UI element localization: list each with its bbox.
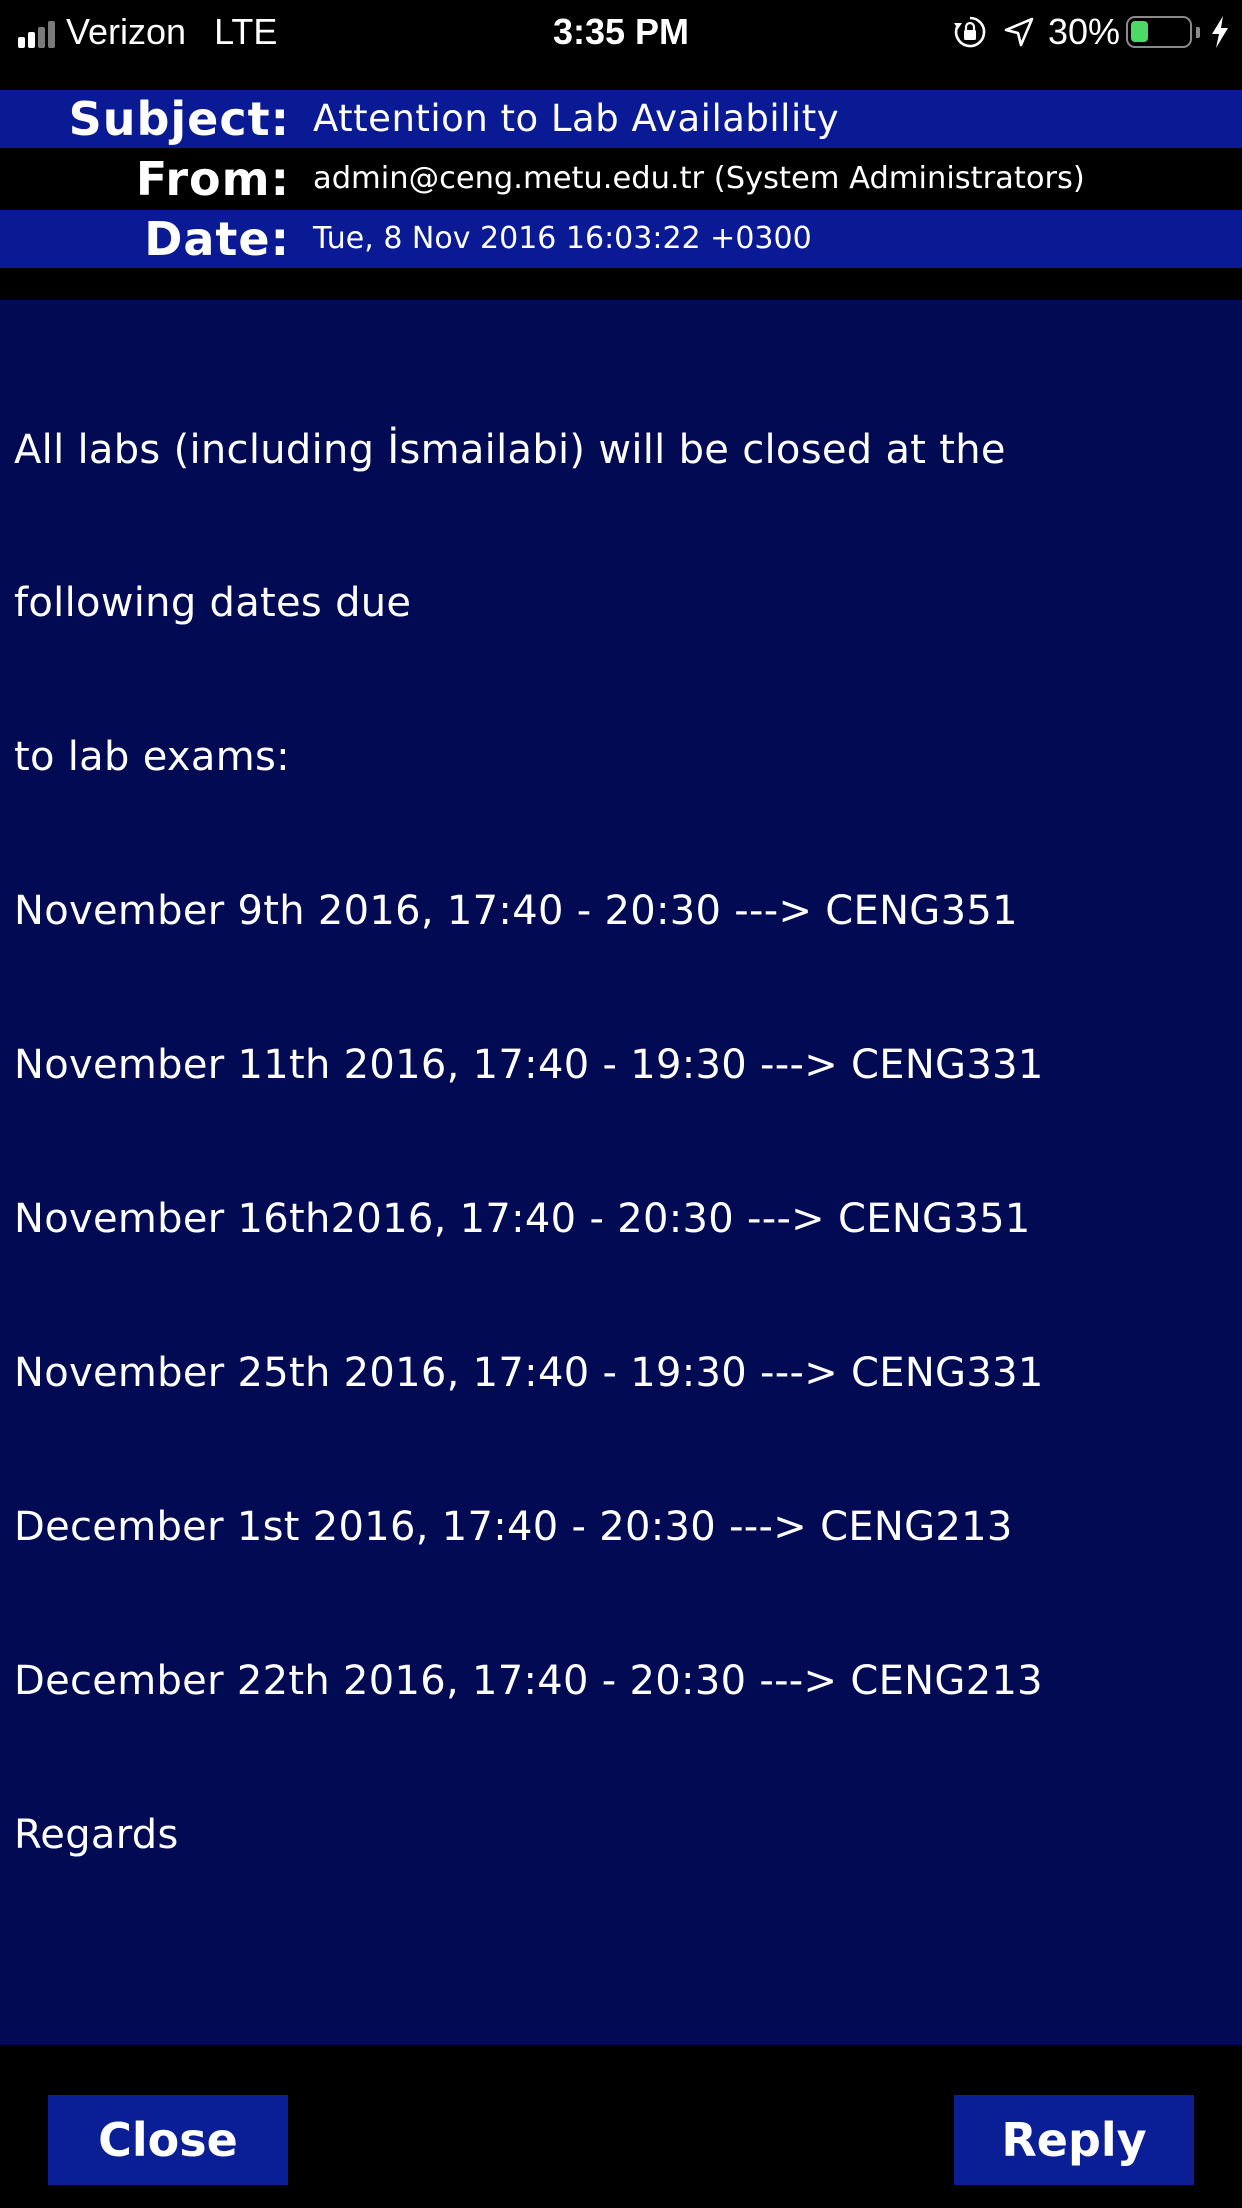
- battery-percent: 30%: [1047, 11, 1120, 52]
- body-line: November 16th2016, 17:40 - 20:30 ---> CE…: [14, 1196, 1031, 1243]
- charging-bolt-icon: [1210, 15, 1230, 49]
- from-row: From: admin@ceng.metu.edu.tr (System Adm…: [0, 150, 1242, 208]
- body-line: November 11th 2016, 17:40 - 19:30 ---> C…: [14, 1042, 1044, 1089]
- footer-bar: Close Reply: [0, 2045, 1242, 2208]
- body-line: December 22th 2016, 17:40 - 20:30 ---> C…: [14, 1657, 1043, 1704]
- date-row: Date: Tue, 8 Nov 2016 16:03:22 +0300: [0, 210, 1242, 268]
- body-line: to lab exams:: [14, 734, 290, 781]
- message-body[interactable]: All labs (including İsmailabi) will be c…: [0, 300, 1242, 2045]
- body-line: Regards: [14, 1811, 179, 1858]
- battery-fill: [1131, 21, 1148, 42]
- email-viewer-screen: Verizon LTE 3:35 PM 30% Subject: Attenti…: [0, 0, 1242, 2208]
- location-arrow-icon: [1002, 15, 1036, 49]
- orientation-lock-icon: [952, 14, 988, 50]
- date-value: Tue, 8 Nov 2016 16:03:22 +0300: [313, 221, 812, 256]
- subject-label: Subject:: [68, 92, 290, 146]
- body-line: November 9th 2016, 17:40 - 20:30 ---> CE…: [14, 888, 1018, 935]
- close-button[interactable]: Close: [48, 2095, 288, 2185]
- date-label: Date:: [144, 212, 290, 266]
- status-bar-right: 30%: [952, 11, 1230, 53]
- body-line: All labs (including İsmailabi) will be c…: [14, 426, 1006, 473]
- body-line: following dates due: [14, 580, 412, 627]
- body-line: December 1st 2016, 17:40 - 20:30 ---> CE…: [14, 1503, 1013, 1550]
- from-value: admin@ceng.metu.edu.tr (System Administr…: [313, 161, 1085, 196]
- battery-nub: [1196, 26, 1200, 38]
- message-body-text: All labs (including İsmailabi) will be c…: [14, 322, 1044, 1964]
- body-line: November 25th 2016, 17:40 - 19:30 ---> C…: [14, 1349, 1044, 1396]
- subject-row: Subject: Attention to Lab Availability: [0, 90, 1242, 148]
- subject-value: Attention to Lab Availability: [313, 97, 840, 140]
- battery-icon: [1126, 16, 1192, 48]
- from-label: From:: [135, 152, 290, 206]
- status-bar: Verizon LTE 3:35 PM 30%: [0, 0, 1242, 64]
- reply-button[interactable]: Reply: [954, 2095, 1194, 2185]
